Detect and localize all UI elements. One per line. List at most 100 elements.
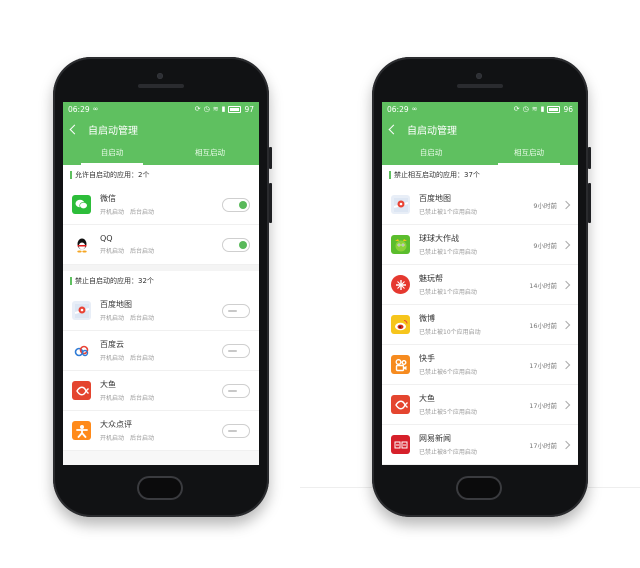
- list-item[interactable]: QQ 开机启动 后台启动: [63, 225, 259, 265]
- qq-icon: [72, 235, 91, 254]
- tab-autostart[interactable]: 自启动: [382, 143, 480, 165]
- section-marker: [70, 277, 72, 285]
- app-name: 大众点评: [100, 420, 132, 429]
- front-camera: [157, 73, 163, 79]
- app-list: 禁止相互启动的应用：37个 百度地图 已禁止被1个应用启动 9小时前 球球大作战…: [382, 165, 578, 465]
- list-item[interactable]: 大鱼 已禁止被5个应用启动 17小时前: [382, 385, 578, 425]
- list-item[interactable]: 微博 已禁止被10个应用启动 16小时前: [382, 305, 578, 345]
- chevron-right-icon[interactable]: [561, 400, 571, 409]
- list-item[interactable]: 球球大作战 已禁止被1个应用启动 9小时前: [382, 225, 578, 265]
- chevron-right-icon[interactable]: [561, 320, 571, 329]
- autostart-toggle[interactable]: [222, 383, 250, 398]
- tab-bar: 自启动 相互启动: [382, 143, 578, 165]
- right-screen: 06:29 ∞ ⟳ ◷ ≋ ▮ 96 自启动管理 自启动 相互启动 禁止相互启动…: [382, 102, 578, 465]
- back-arrow-icon[interactable]: [388, 124, 399, 135]
- status-time: 06:29: [68, 104, 90, 114]
- app-start-types: 开机启动 后台启动: [100, 315, 155, 322]
- battery-level: 96: [563, 104, 573, 114]
- autostart-toggle[interactable]: [222, 237, 250, 252]
- netease-news-icon: [391, 435, 410, 454]
- app-name: 网易新闻: [419, 434, 451, 443]
- section-marker: [389, 171, 391, 179]
- wifi-icon: ≋: [212, 105, 219, 113]
- status-time: 06:29: [387, 104, 409, 114]
- app-header: 06:29 ∞ ⟳ ◷ ≋ ▮ 97 自启动管理 自启动 相互启动: [63, 102, 259, 165]
- allowed-section-label: 允许自启动的应用：2个: [75, 171, 150, 179]
- block-count: 已禁止被8个应用启动: [419, 449, 477, 456]
- kuaishou-icon: [391, 355, 410, 374]
- meiwan-icon: [391, 275, 410, 294]
- list-item[interactable]: 大众点评 开机启动 后台启动: [63, 411, 259, 451]
- dayu-icon: [72, 381, 91, 400]
- chevron-right-icon[interactable]: [561, 240, 571, 249]
- app-name: 快手: [419, 354, 435, 363]
- last-time: 17小时前: [529, 441, 557, 450]
- last-time: 14小时前: [529, 281, 557, 290]
- baidu-map-icon: [72, 301, 91, 320]
- app-header: 06:29 ∞ ⟳ ◷ ≋ ▮ 96 自启动管理 自启动 相互启动: [382, 102, 578, 165]
- autostart-toggle[interactable]: [222, 423, 250, 438]
- blocked-section-header: 禁止自启动的应用：32个: [63, 271, 259, 291]
- chevron-right-icon[interactable]: [561, 360, 571, 369]
- dianping-icon: [72, 421, 91, 440]
- block-count: 已禁止被1个应用启动: [419, 249, 477, 256]
- app-name: QQ: [100, 234, 113, 243]
- list-item[interactable]: 百度地图 已禁止被1个应用启动 9小时前: [382, 185, 578, 225]
- right-phone: 06:29 ∞ ⟳ ◷ ≋ ▮ 96 自启动管理 自启动 相互启动 禁止相互启动…: [372, 57, 591, 517]
- back-arrow-icon[interactable]: [69, 124, 80, 135]
- infinity-icon: ∞: [411, 105, 418, 113]
- app-start-types: 开机启动 后台启动: [100, 435, 155, 442]
- autostart-toggle[interactable]: [222, 303, 250, 318]
- home-button[interactable]: [456, 476, 502, 500]
- power-button: [269, 183, 272, 223]
- last-time: 17小时前: [529, 401, 557, 410]
- list-item[interactable]: 魅玩帮 已禁止被1个应用启动 14小时前: [382, 265, 578, 305]
- battery-icon: [547, 105, 561, 113]
- tab-mutual-start[interactable]: 相互启动: [480, 143, 578, 165]
- list-item[interactable]: 快手 已禁止被6个应用启动 17小时前: [382, 345, 578, 385]
- autostart-toggle[interactable]: [222, 197, 250, 212]
- tab-mutual-start[interactable]: 相互启动: [161, 143, 259, 165]
- chevron-right-icon[interactable]: [561, 440, 571, 449]
- section-marker: [70, 171, 72, 179]
- app-name: 魅玩帮: [419, 274, 443, 283]
- ballbattle-icon: [391, 235, 410, 254]
- infinity-icon: ∞: [92, 105, 99, 113]
- autostart-toggle[interactable]: [222, 343, 250, 358]
- status-bar: 06:29 ∞ ⟳ ◷ ≋ ▮ 96: [382, 102, 578, 116]
- block-count: 已禁止被1个应用启动: [419, 289, 477, 296]
- power-button: [588, 183, 591, 223]
- app-name: 微博: [419, 314, 435, 323]
- wifi-icon: ≋: [531, 105, 538, 113]
- app-name: 球球大作战: [419, 234, 459, 243]
- left-phone: 06:29 ∞ ⟳ ◷ ≋ ▮ 97 自启动管理 自启动 相互启动 允许自启动的…: [53, 57, 272, 517]
- block-count: 已禁止被1个应用启动: [419, 209, 477, 216]
- last-time: 9小时前: [533, 241, 557, 250]
- status-bar: 06:29 ∞ ⟳ ◷ ≋ ▮ 97: [63, 102, 259, 116]
- tab-bar: 自启动 相互启动: [63, 143, 259, 165]
- app-name: 百度云: [100, 340, 124, 349]
- block-count: 已禁止被10个应用启动: [419, 329, 481, 336]
- wechat-icon: [72, 195, 91, 214]
- sync-icon: ⟳: [513, 105, 520, 113]
- title-bar: 自启动管理: [63, 116, 259, 143]
- baidu-map-icon: [391, 195, 410, 214]
- earpiece-speaker: [457, 84, 503, 88]
- blocked-mutual-section-header: 禁止相互启动的应用：37个: [382, 165, 578, 185]
- chevron-right-icon[interactable]: [561, 280, 571, 289]
- weibo-icon: [391, 315, 410, 334]
- app-name: 大鱼: [419, 394, 435, 403]
- front-camera: [476, 73, 482, 79]
- list-item[interactable]: 百度云 开机启动 后台启动: [63, 331, 259, 371]
- block-count: 已禁止被5个应用启动: [419, 409, 477, 416]
- list-item[interactable]: 微信 开机启动 后台启动: [63, 185, 259, 225]
- list-item[interactable]: 网易新闻 已禁止被8个应用启动 17小时前: [382, 425, 578, 465]
- tab-autostart[interactable]: 自启动: [63, 143, 161, 165]
- list-item[interactable]: 大鱼 开机启动 后台启动: [63, 371, 259, 411]
- list-item[interactable]: 百度地图 开机启动 后台启动: [63, 291, 259, 331]
- home-button[interactable]: [137, 476, 183, 500]
- alarm-icon: ◷: [522, 105, 529, 113]
- app-start-types: 开机启动 后台启动: [100, 355, 155, 362]
- page-title: 自启动管理: [88, 126, 138, 137]
- chevron-right-icon[interactable]: [561, 200, 571, 209]
